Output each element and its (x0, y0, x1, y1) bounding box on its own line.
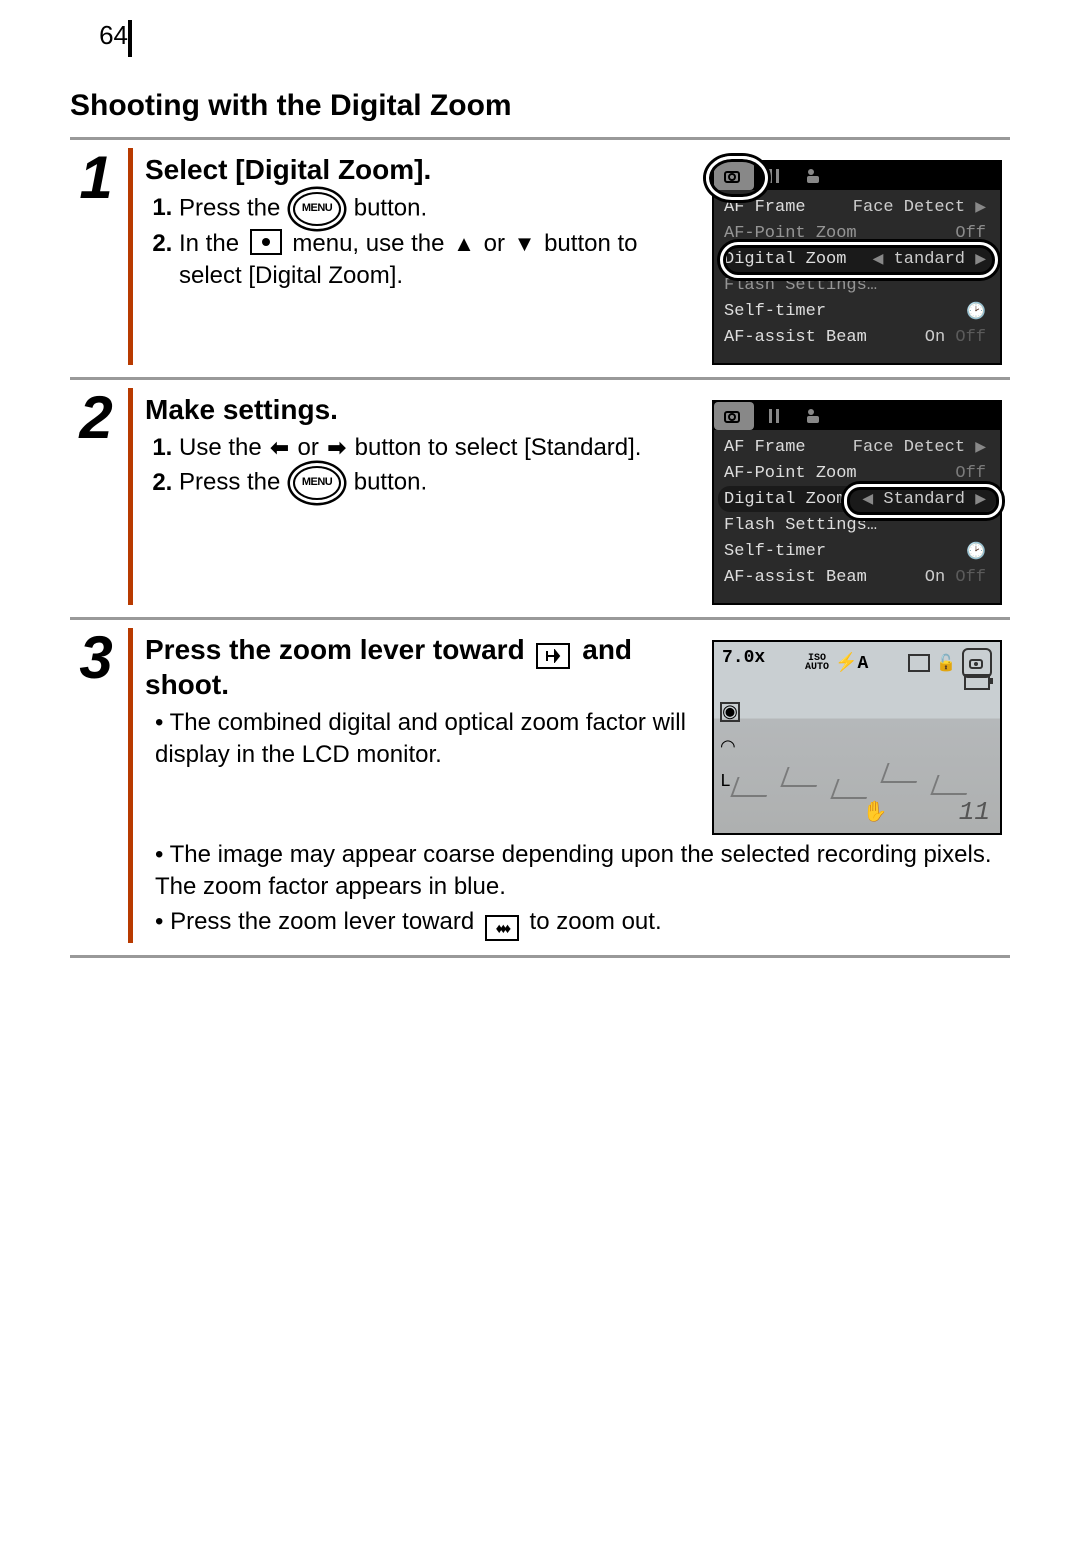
rec-menu-icon (250, 229, 282, 255)
menu-button-icon: MENU (293, 192, 341, 226)
step-3-bullet-2: The image may appear coarse depending up… (155, 839, 1002, 904)
beach-scene (714, 727, 1000, 807)
page-number: 64 (70, 20, 132, 57)
setup-tab-icon (754, 162, 794, 190)
menu-row-digital-zoom: Digital Zoom ◀ tandard ▶ (718, 246, 996, 272)
step-1-title: Select [Digital Zoom]. (145, 154, 700, 186)
manual-page: 64 Shooting with the Digital Zoom 1 Sele… (0, 0, 1080, 1558)
step-number-2: 2 (70, 388, 133, 605)
menu-row-af-point-zoom: AF-Point Zoom Off (724, 460, 990, 486)
mycamera-tab-icon (794, 162, 834, 190)
shake-warning-icon: ✋ (863, 799, 888, 825)
shots-remaining: 11 (959, 797, 990, 827)
menu-row-af-point-zoom: AF-Point Zoom Off (724, 220, 990, 246)
menu-row-flash-settings: Flash Settings… (724, 272, 990, 298)
camera-menu-screenshot-1: AF Frame Face Detect ▶ AF-Point Zoom Off… (712, 160, 1002, 365)
rec-tab-icon (714, 402, 754, 430)
camera-menu-screenshot-2: AF Frame Face Detect ▶ AF-Point Zoom Off… (712, 400, 1002, 605)
arrow-up-icon: ▲ (453, 231, 475, 256)
section-title: Shooting with the Digital Zoom (70, 89, 1010, 123)
step-2-substep-1: Use the ⬅ or ➡ button to select [Standar… (179, 432, 700, 464)
rec-tab-icon (714, 162, 754, 190)
menu-row-self-timer: Self-timer 🕑 (724, 298, 990, 324)
step-3-bullet-1: The combined digital and optical zoom fa… (155, 707, 700, 772)
mycamera-tab-icon (794, 402, 834, 430)
step-1: 1 Select [Digital Zoom]. Press the MENU … (70, 140, 1010, 380)
step-2-title: Make settings. (145, 394, 700, 426)
menu-row-af-assist: AF-assist Beam On Off (724, 564, 990, 590)
menu-row-af-frame: AF Frame Face Detect ▶ (724, 434, 990, 460)
step-number-3: 3 (70, 628, 133, 943)
arrow-left-icon: ⬅ (270, 435, 288, 460)
menu-row-af-frame: AF Frame Face Detect ▶ (724, 194, 990, 220)
drive-mode-icon (908, 654, 930, 672)
zoom-factor-label: 7.0x (722, 648, 765, 678)
lock-icon: 🔓 (936, 653, 956, 673)
self-timer-icon: 🕑 (966, 301, 990, 321)
metering-icon: ◉ (720, 702, 740, 722)
image-size-icon: L (720, 772, 740, 792)
compression-icon: ◠ (720, 736, 740, 758)
menu-row-flash-settings: Flash Settings… (724, 512, 990, 538)
telephoto-icon (536, 643, 570, 669)
menu-row-af-assist: AF-assist Beam On Off (724, 324, 990, 350)
menu-row-self-timer: Self-timer 🕑 (724, 538, 990, 564)
step-1-substep-2: In the menu, use the ▲ or ▼ button to se… (179, 228, 700, 293)
self-timer-icon: 🕑 (966, 541, 990, 561)
flash-auto-icon: ⚡A (835, 652, 868, 674)
battery-icon (964, 674, 990, 690)
step-2: 2 Make settings. Use the ⬅ or ➡ button t… (70, 380, 1010, 620)
step-3: 3 Press the zoom lever toward and shoot.… (70, 620, 1010, 958)
step-3-bullet-3: Press the zoom lever toward ♦♦♦ to zoom … (155, 906, 1002, 941)
step-3-title: Press the zoom lever toward and shoot. (145, 634, 700, 701)
arrow-right-icon: ➡ (328, 435, 346, 460)
step-1-substep-1: Press the MENU button. (179, 192, 700, 226)
iso-auto-icon: ISOAUTO (805, 654, 829, 672)
menu-row-digital-zoom: Digital Zoom ◀ Standard ▶ (718, 486, 996, 512)
step-2-substep-2: Press the MENU button. (179, 466, 700, 500)
setup-tab-icon (754, 402, 794, 430)
camera-lcd-screenshot: 7.0x ISOAUTO ⚡A 🔓 (712, 640, 1002, 835)
step-number-1: 1 (70, 148, 133, 365)
arrow-down-icon: ▼ (514, 231, 536, 256)
menu-button-icon: MENU (293, 466, 341, 500)
wideangle-icon: ♦♦♦ (485, 915, 519, 941)
